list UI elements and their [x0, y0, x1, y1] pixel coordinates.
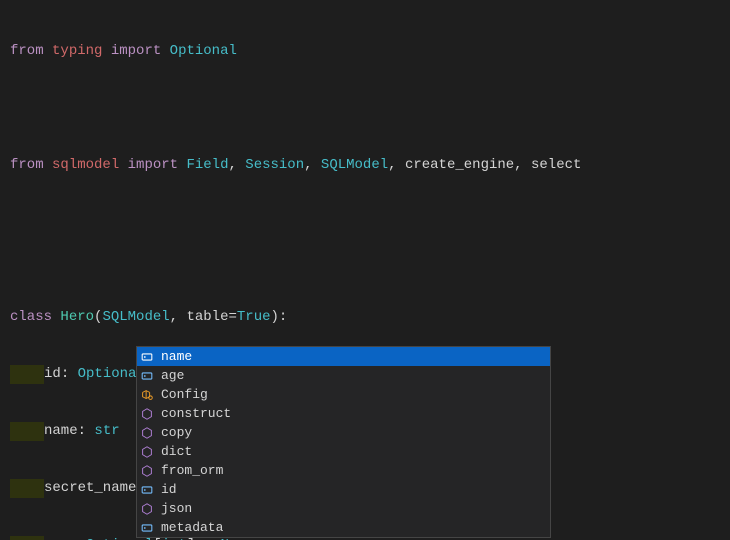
autocomplete-label: copy	[161, 423, 192, 442]
autocomplete-item-from_orm[interactable]: from_orm	[137, 461, 550, 480]
type-optional: Optional	[78, 365, 145, 384]
autocomplete-label: construct	[161, 404, 231, 423]
class-hero: Hero	[60, 308, 94, 327]
autocomplete-item-copy[interactable]: copy	[137, 423, 550, 442]
field-secret-name: secret_name	[44, 479, 136, 498]
autocomplete-popup[interactable]: nameageConfigconstructcopydictfrom_ormid…	[136, 346, 551, 538]
keyword-from: from	[10, 42, 44, 61]
field-icon	[139, 482, 155, 498]
field-name: name	[44, 422, 78, 441]
autocomplete-item-dict[interactable]: dict	[137, 442, 550, 461]
module-typing: typing	[52, 42, 102, 61]
import-select: select	[531, 156, 581, 175]
indent-guide	[10, 365, 44, 384]
autocomplete-item-metadata[interactable]: metadata	[137, 518, 550, 537]
field-icon	[139, 520, 155, 536]
autocomplete-label: metadata	[161, 518, 223, 537]
class-icon	[139, 387, 155, 403]
method-icon	[139, 406, 155, 422]
code-line-blank[interactable]	[10, 251, 730, 270]
import-field: Field	[186, 156, 228, 175]
kwarg-table: table	[186, 308, 228, 327]
base-sqlmodel: SQLModel	[102, 308, 169, 327]
autocomplete-item-id[interactable]: id	[137, 480, 550, 499]
method-icon	[139, 444, 155, 460]
keyword-from: from	[10, 156, 44, 175]
method-icon	[139, 501, 155, 517]
code-line-blank[interactable]	[10, 99, 730, 118]
code-line[interactable]: from sqlmodel import Field, Session, SQL…	[10, 156, 730, 175]
import-create-engine: create_engine	[405, 156, 514, 175]
import-sqlmodel: SQLModel	[321, 156, 388, 175]
keyword-class: class	[10, 308, 52, 327]
keyword-import: import	[111, 42, 161, 61]
indent-guide	[10, 422, 44, 441]
autocomplete-label: Config	[161, 385, 208, 404]
autocomplete-item-age[interactable]: age	[137, 366, 550, 385]
type-optional: Optional	[170, 42, 237, 61]
indent-guide	[10, 536, 44, 540]
code-line[interactable]: class Hero(SQLModel, table=True):	[10, 308, 730, 327]
field-age: age	[44, 536, 69, 540]
type-str: str	[94, 422, 119, 441]
autocomplete-item-Config[interactable]: Config	[137, 385, 550, 404]
autocomplete-item-construct[interactable]: construct	[137, 404, 550, 423]
method-icon	[139, 463, 155, 479]
field-id: id	[44, 365, 61, 384]
indent-guide	[10, 479, 44, 498]
code-line-blank[interactable]	[10, 213, 730, 232]
field-icon	[139, 349, 155, 365]
field-icon	[139, 368, 155, 384]
autocomplete-item-json[interactable]: json	[137, 499, 550, 518]
code-line[interactable]: from typing import Optional	[10, 42, 730, 61]
autocomplete-label: from_orm	[161, 461, 223, 480]
method-icon	[139, 425, 155, 441]
literal-true: True	[237, 308, 271, 327]
autocomplete-label: id	[161, 480, 177, 499]
keyword-import: import	[128, 156, 178, 175]
autocomplete-label: json	[161, 499, 192, 518]
module-sqlmodel: sqlmodel	[52, 156, 119, 175]
autocomplete-label: age	[161, 366, 184, 385]
autocomplete-label: dict	[161, 442, 192, 461]
autocomplete-label: name	[161, 347, 192, 366]
autocomplete-item-name[interactable]: name	[137, 347, 550, 366]
import-session: Session	[245, 156, 304, 175]
